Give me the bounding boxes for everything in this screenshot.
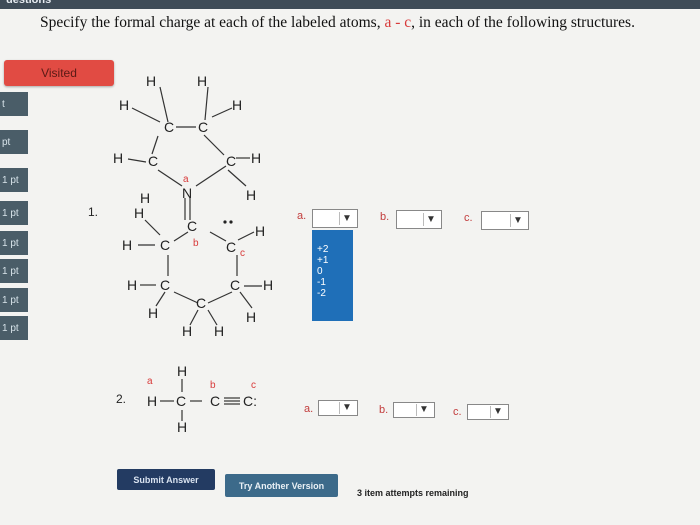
q2-dropdown-c[interactable]: ▼ xyxy=(467,404,509,420)
atom-label: H xyxy=(251,150,261,166)
q1-dropdown-a-options: +2 +1 0 -1 -2 xyxy=(312,230,353,321)
atom-label: C xyxy=(148,153,158,169)
atom-label: H xyxy=(197,73,207,89)
q1-dropdown-c[interactable]: ▼ xyxy=(481,211,529,230)
atom-marker-b: b xyxy=(193,238,199,249)
attempts-remaining: 3 item attempts remaining xyxy=(357,488,469,498)
atom-label: H xyxy=(122,237,132,253)
chevron-down-icon: ▼ xyxy=(490,406,505,418)
atom-label: H xyxy=(232,97,242,113)
bonds-2 xyxy=(160,379,240,421)
atom-label: H xyxy=(177,363,187,379)
atom-label: H xyxy=(119,97,129,113)
q2-dropdown-a[interactable]: ▼ xyxy=(318,400,358,416)
q2-label-a: a. xyxy=(304,403,314,415)
atom-marker-a: a xyxy=(183,174,189,185)
atom-label: C xyxy=(230,277,240,293)
atom-label: H xyxy=(246,309,256,325)
q1-dropdown-b[interactable]: ▼ xyxy=(396,210,442,229)
options-spacer xyxy=(312,230,353,244)
option-item[interactable]: +1 xyxy=(312,255,353,266)
atom-label: H xyxy=(134,205,144,221)
atoms-2: H a b c H C C C: H xyxy=(147,363,257,435)
atom-label: C xyxy=(226,239,236,255)
q2-dropdown-b[interactable]: ▼ xyxy=(393,402,435,418)
option-item[interactable]: 0 xyxy=(312,266,353,277)
chevron-down-icon: ▼ xyxy=(416,404,431,416)
atom-marker-a: a xyxy=(147,376,153,387)
atom-marker-c: c xyxy=(240,248,245,259)
chevron-down-icon: ▼ xyxy=(339,402,354,414)
atom-label: H xyxy=(140,190,150,206)
atom-label: H xyxy=(263,277,273,293)
atom-label: C xyxy=(210,393,220,409)
atom-label: H xyxy=(147,393,157,409)
atom-label: H xyxy=(246,187,256,203)
chevron-down-icon: ▼ xyxy=(339,212,354,225)
atom-label: C xyxy=(164,119,174,135)
atom-label: H xyxy=(127,277,137,293)
atom-label: H xyxy=(182,323,192,339)
q2-label-c: c. xyxy=(453,406,462,418)
option-item[interactable]: -1 xyxy=(312,277,353,288)
atom-label: C xyxy=(226,153,236,169)
chevron-down-icon: ▼ xyxy=(423,213,438,226)
atom-label: H xyxy=(148,305,158,321)
option-item[interactable]: -2 xyxy=(312,288,353,299)
q1-label-a: a. xyxy=(297,210,307,222)
atom-label: H xyxy=(214,323,224,339)
chevron-down-icon: ▼ xyxy=(510,214,525,227)
q1-dropdown-a[interactable]: ▼ xyxy=(312,209,358,228)
atom-label: C xyxy=(196,295,206,311)
atom-label: C xyxy=(160,277,170,293)
lone-pairs-1 xyxy=(223,220,233,224)
atom-marker-c: c xyxy=(251,380,256,391)
submit-answer-button[interactable]: Submit Answer xyxy=(117,469,215,490)
atom-label: C xyxy=(176,393,186,409)
atom-label: N xyxy=(182,185,192,201)
q1-label-b: b. xyxy=(380,211,390,223)
atom-label: C xyxy=(198,119,208,135)
atom-label: C: xyxy=(243,393,257,409)
option-item[interactable]: +2 xyxy=(312,244,353,255)
atom-label: H xyxy=(146,73,156,89)
atom-label: C xyxy=(187,218,197,234)
atom-label: H xyxy=(113,150,123,166)
q2-label-b: b. xyxy=(379,404,389,416)
atom-label: C xyxy=(160,237,170,253)
atom-marker-b: b xyxy=(210,380,216,391)
bonds-1 xyxy=(127,86,262,326)
atoms-1: H H H H C C H C C H a N H H H C H H C b … xyxy=(113,73,273,339)
atom-label: H xyxy=(177,419,187,435)
atom-label: H xyxy=(255,223,265,239)
try-another-version-button[interactable]: Try Another Version xyxy=(225,474,338,497)
q1-label-c: c. xyxy=(464,212,473,224)
